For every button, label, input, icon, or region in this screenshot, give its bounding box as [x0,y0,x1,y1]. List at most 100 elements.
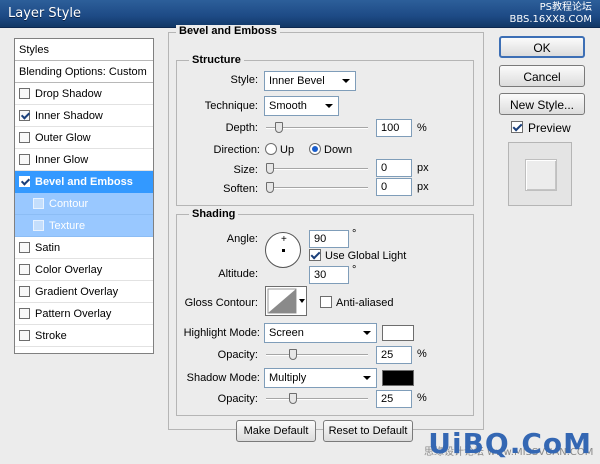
style-item-contour[interactable]: Contour [15,193,153,215]
slider-thumb[interactable] [275,122,283,133]
direction-up-label: Up [280,144,295,156]
direction-up-radio[interactable] [265,143,277,155]
anti-aliased-label: Anti-aliased [336,297,394,309]
slider-track [266,354,368,356]
soften-input[interactable]: 0 [376,178,412,196]
size-slider[interactable] [266,162,368,176]
make-default-button[interactable]: Make Default [236,420,316,442]
shadow-opacity-slider[interactable] [266,392,368,406]
style-item-pattern-overlay[interactable]: Pattern Overlay [15,303,153,325]
highlight-opacity-label: Opacity: [217,349,258,361]
highlight-mode-value: Screen [269,327,304,339]
direction-label: Direction: [213,144,260,156]
dialog-body: Styles Blending Options: Custom Drop Sha… [0,25,600,464]
ok-button[interactable]: OK [499,36,585,58]
size-label: Size: [233,164,258,176]
style-item-label: Color Overlay [35,263,103,276]
highlight-opacity-input[interactable]: 25 [376,346,412,364]
technique-label: Technique: [204,100,258,112]
preview-swatch [525,159,557,191]
style-item-label: Outer Glow [35,131,91,144]
shadow-opacity-input[interactable]: 25 [376,390,412,408]
shading-title: Shading [189,208,239,220]
watermark-top: PS教程论坛 BBS.16XX8.COM [509,2,592,26]
gloss-contour-picker[interactable] [265,286,307,316]
style-item-outer-glow[interactable]: Outer Glow [15,127,153,149]
chevron-down-icon [342,79,350,83]
altitude-label: Altitude: [218,268,258,280]
highlight-opacity-slider[interactable] [266,348,368,362]
style-item-satin[interactable]: Satin [15,237,153,259]
watermark-bottom: UiBQ.CoM [428,427,592,460]
preview-checkbox[interactable] [511,121,523,133]
slider-thumb[interactable] [289,349,297,360]
global-light-checkbox[interactable] [309,249,321,261]
depth-input[interactable]: 100 [376,119,412,137]
style-item-drop-shadow[interactable]: Drop Shadow [15,83,153,105]
style-checkbox[interactable] [19,176,30,187]
gloss-contour-label: Gloss Contour: [184,297,258,309]
slider-thumb[interactable] [266,182,274,193]
window-title: Layer Style [8,6,82,21]
styles-header[interactable]: Styles [15,39,153,61]
shadow-opacity-label: Opacity: [217,393,258,405]
slider-thumb[interactable] [266,163,274,174]
style-item-stroke[interactable]: Stroke [15,325,153,347]
shadow-color-swatch[interactable] [382,370,414,386]
soften-unit: px [417,181,429,193]
depth-slider[interactable] [266,121,368,135]
reset-to-default-button[interactable]: Reset to Default [323,420,413,442]
shadow-mode-label: Shadow Mode: [186,372,260,384]
blending-options-item[interactable]: Blending Options: Custom [15,61,153,83]
shadow-mode-select[interactable]: Multiply [264,368,377,388]
style-checkbox[interactable] [19,132,30,143]
soften-slider[interactable] [266,181,368,195]
light-source-icon: + [281,234,287,245]
angle-dial[interactable]: + [265,232,301,268]
highlight-opacity-unit: % [417,348,427,360]
slider-track [266,187,368,189]
contour-curve-icon [267,288,305,314]
highlight-color-swatch[interactable] [382,325,414,341]
style-item-label: Inner Shadow [35,109,103,122]
altitude-input[interactable]: 30 [309,266,349,284]
slider-track [266,398,368,400]
direction-down-label: Down [324,144,353,156]
cancel-button[interactable]: Cancel [499,65,585,87]
chevron-down-icon [325,104,333,108]
style-checkbox[interactable] [19,242,30,253]
style-item-inner-shadow[interactable]: Inner Shadow [15,105,153,127]
new-style-button[interactable]: New Style... [499,93,585,115]
preview-label: Preview [528,121,571,135]
style-select-value: Inner Bevel [269,75,325,87]
style-select[interactable]: Inner Bevel [264,71,356,91]
style-item-texture[interactable]: Texture [15,215,153,237]
direction-down-radio[interactable] [309,143,321,155]
style-checkbox[interactable] [19,88,30,99]
style-checkbox[interactable] [33,220,44,231]
style-checkbox[interactable] [19,154,30,165]
style-item-label: Stroke [35,329,67,342]
style-item-inner-glow[interactable]: Inner Glow [15,149,153,171]
style-checkbox[interactable] [19,110,30,121]
chevron-down-icon [363,376,371,380]
style-item-bevel-and-emboss[interactable]: Bevel and Emboss [15,171,153,193]
dial-center-dot [282,249,285,252]
depth-unit: % [417,122,427,134]
technique-select[interactable]: Smooth [264,96,339,116]
size-input[interactable]: 0 [376,159,412,177]
style-checkbox[interactable] [19,264,30,275]
watermark-top-line2: BBS.16XX8.COM [509,14,592,25]
style-checkbox[interactable] [19,308,30,319]
altitude-unit: ° [352,264,357,276]
style-item-color-overlay[interactable]: Color Overlay [15,259,153,281]
style-checkbox[interactable] [33,198,44,209]
anti-aliased-checkbox[interactable] [320,296,332,308]
style-checkbox[interactable] [19,330,30,341]
style-item-gradient-overlay[interactable]: Gradient Overlay [15,281,153,303]
angle-input[interactable]: 90 [309,230,349,248]
highlight-mode-select[interactable]: Screen [264,323,377,343]
slider-thumb[interactable] [289,393,297,404]
style-checkbox[interactable] [19,286,30,297]
shadow-mode-value: Multiply [269,372,307,384]
